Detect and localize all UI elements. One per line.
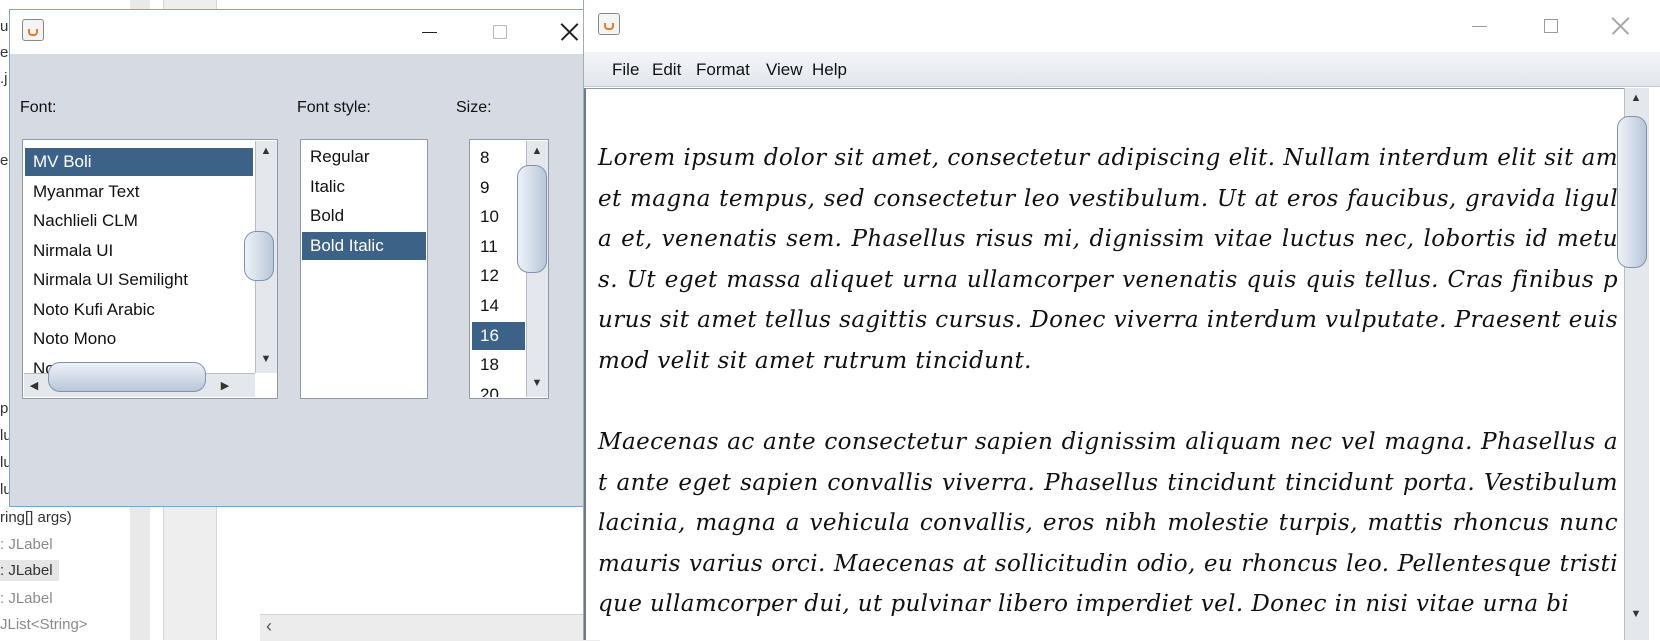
maximize-icon [493,25,507,39]
ide-tree-fragment: : JLabel [0,536,53,553]
font-option[interactable]: Myanmar Text [25,178,253,206]
java-icon [598,13,620,35]
scroll-up-icon[interactable]: ▲ [527,145,547,157]
font-list-hscrollbar[interactable]: ◀ ▶ [24,362,255,397]
dialog-title-bar[interactable] [10,10,604,54]
size-list-vscrollbar[interactable]: ▲ ▼ [517,141,548,397]
font-dialog: Font: Font style: Size: MV Boli Myanmar … [9,9,605,507]
maximize-button[interactable] [477,12,523,52]
editor-title-bar[interactable] [584,0,1660,52]
scroll-thumb[interactable] [1617,116,1647,268]
ide-horizontal-scrollbar[interactable] [260,614,600,641]
scroll-up-icon[interactable]: ▲ [1626,92,1646,104]
style-option[interactable]: Italic [302,173,426,201]
font-style-label: Font style: [297,99,371,116]
font-option[interactable]: Nachlieli CLM [25,207,253,235]
scroll-left-icon[interactable]: ◀ [24,379,44,392]
editor-vscrollbar[interactable]: ▲ ▼ [1617,88,1649,640]
menu-format[interactable]: Format [696,60,750,80]
minimize-icon [422,32,437,33]
font-label: Font: [20,99,57,116]
close-button[interactable] [1597,6,1643,46]
size-option[interactable]: 8 [472,144,525,172]
font-option[interactable]: Nirmala UI Semilight [25,266,253,294]
font-option[interactable]: MV Boli [25,148,253,176]
size-option[interactable]: 14 [472,292,525,320]
scroll-thumb[interactable] [517,165,547,273]
java-icon [22,19,44,41]
ide-tree-fragment: p [0,400,9,417]
font-list-vscrollbar[interactable]: ▲ ▼ [244,141,277,373]
size-list[interactable]: 8 9 10 11 12 14 16 18 20 ▲ ▼ [469,139,549,399]
text-paragraph: Lorem ipsum dolor sit amet, consectetur … [598,145,1618,374]
scroll-down-icon[interactable]: ▼ [1626,608,1646,620]
ide-tree-fragment: ring[] args) [0,509,72,526]
font-style-list[interactable]: Regular Italic Bold Bold Italic [300,139,428,399]
ide-tree-fragment: JList<String> [0,616,88,633]
menu-file[interactable]: File [612,60,639,80]
size-option[interactable]: 18 [472,351,525,379]
scroll-right-icon[interactable]: ▶ [215,379,235,392]
scroll-down-icon[interactable]: ▼ [256,353,276,365]
ide-tree-fragment: e [0,44,9,61]
font-list-viewport: MV Boli Myanmar Text Nachlieli CLM Nirma… [24,141,254,373]
ide-tree-fragment: : JLabel [0,590,53,607]
editor-window: File Edit Format View Help Lorem ipsum d… [583,0,1660,640]
menu-edit[interactable]: Edit [652,60,681,80]
ide-tree-fragment: : JLabel [0,560,59,581]
menu-view[interactable]: View [766,60,803,80]
scroll-thumb[interactable] [48,362,206,392]
style-option[interactable]: Regular [302,143,426,171]
text-paragraph: Maecenas ac ante consectetur sapien dign… [598,429,1618,617]
size-option[interactable]: 16 [472,322,525,350]
scroll-down-icon[interactable]: ▼ [527,377,547,389]
minimize-button[interactable] [407,12,453,52]
scroll-left-icon[interactable]: ‹ [266,616,272,637]
scroll-up-icon[interactable]: ▲ [256,145,276,157]
font-option[interactable]: Noto Kufi Arabic [25,296,253,324]
ide-tree-fragment: .j [0,70,8,87]
size-label: Size: [456,99,492,116]
minimize-icon [1472,26,1487,27]
text-area[interactable]: Lorem ipsum dolor sit amet, consectetur … [584,88,1624,640]
close-icon [560,23,578,41]
scroll-thumb[interactable] [244,231,274,281]
maximize-button[interactable] [1528,6,1574,46]
font-option[interactable]: Nirmala UI [25,237,253,265]
style-option[interactable]: Bold Italic [302,232,426,260]
minimize-button[interactable] [1456,6,1502,46]
style-option[interactable]: Bold [302,202,426,230]
maximize-icon [1544,19,1558,33]
menu-help[interactable]: Help [812,60,847,80]
size-option[interactable]: 12 [472,262,525,290]
size-option[interactable]: 20 [472,381,525,397]
font-option[interactable]: Noto Mono [25,325,253,353]
close-icon [1611,17,1629,35]
font-list[interactable]: MV Boli Myanmar Text Nachlieli CLM Nirma… [22,139,278,399]
